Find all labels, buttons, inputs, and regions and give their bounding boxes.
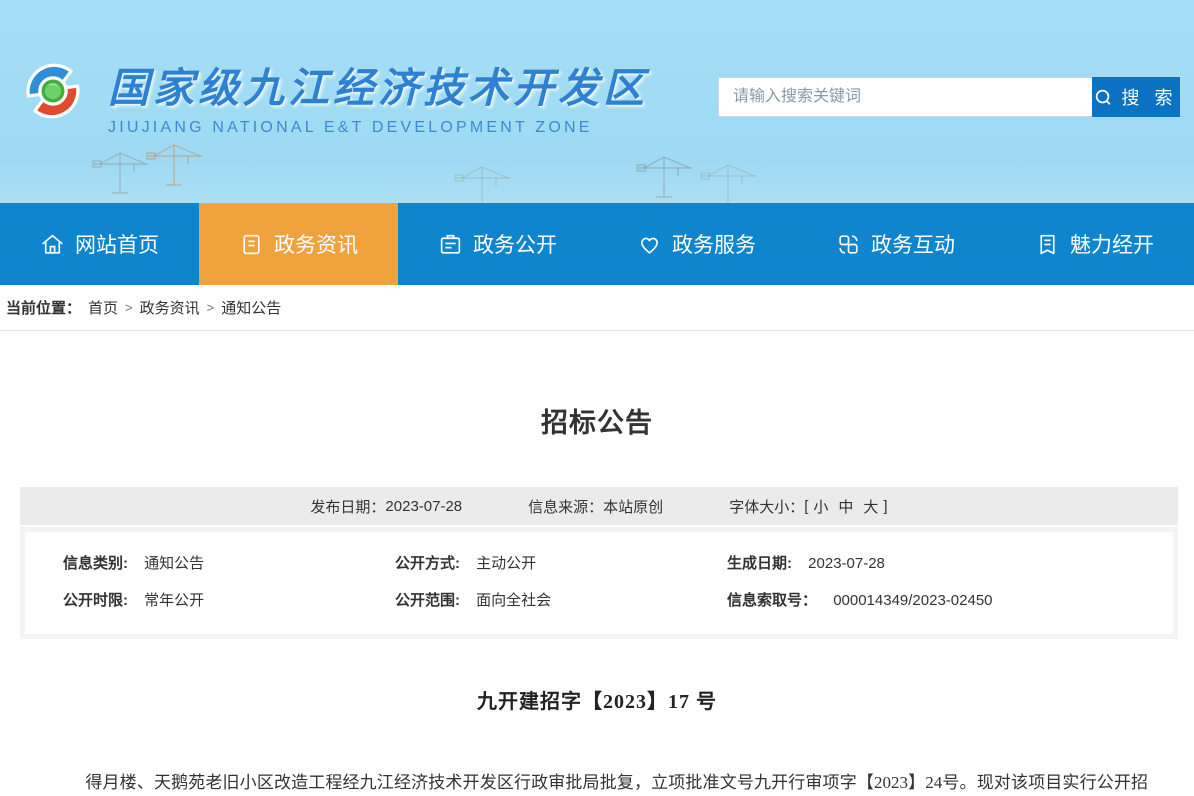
info-open-scope-label: 公开范围: <box>395 592 460 609</box>
main-nav: 网站首页 政务资讯 政务公开 政务服务 <box>0 203 1194 285</box>
info-source-value: 本站原创 <box>603 496 663 517</box>
nav-item-news[interactable]: 政务资讯 <box>199 203 398 285</box>
nav-item-label: 政务服务 <box>672 229 756 259</box>
disclosure-icon <box>438 232 463 257</box>
search-icon <box>1094 88 1113 107</box>
breadcrumb-link-home[interactable]: 首页 <box>88 297 118 318</box>
search-button[interactable]: 搜 索 <box>1092 77 1180 117</box>
publish-date-label: 发布日期： <box>310 496 385 517</box>
article-info-grid: 信息类别: 通知公告 公开方式: 主动公开 生成日期: 2023-07-28 公… <box>63 552 1173 610</box>
info-open-term: 公开时限: 常年公开 <box>63 589 395 610</box>
info-open-scope-value: 面向全社会 <box>476 592 551 609</box>
info-open-method-label: 公开方式: <box>395 555 460 572</box>
search-input[interactable] <box>718 77 1092 117</box>
breadcrumb-current: 通知公告 <box>221 297 281 318</box>
info-category: 信息类别: 通知公告 <box>63 552 395 573</box>
breadcrumb: 当前位置： 首页 > 政务资讯 > 通知公告 <box>0 285 1194 331</box>
nav-item-label: 政务资讯 <box>274 229 358 259</box>
info-open-method-value: 主动公开 <box>476 555 536 572</box>
font-size-bracket-close: ] <box>883 498 887 515</box>
site-banner: 国家级九江经济技术开发区 JIUJIANG NATIONAL E&T DEVEL… <box>0 0 1194 203</box>
breadcrumb-link-news[interactable]: 政务资讯 <box>140 297 200 318</box>
nav-item-label: 魅力经开 <box>1070 229 1154 259</box>
publish-date: 发布日期： 2023-07-28 <box>310 496 462 517</box>
heart-icon <box>637 232 662 257</box>
site-title: 国家级九江经济技术开发区 <box>108 54 648 114</box>
site-search: 搜 索 <box>718 77 1180 117</box>
info-index-number-value: 000014349/2023-02450 <box>833 592 992 609</box>
article-info-inner: 信息类别: 通知公告 公开方式: 主动公开 生成日期: 2023-07-28 公… <box>25 532 1173 634</box>
nav-item-label: 政务公开 <box>473 229 557 259</box>
interaction-icon <box>836 232 861 257</box>
nav-item-services[interactable]: 政务服务 <box>597 203 796 285</box>
article-body-paragraph: 得月楼、天鹅苑老旧小区改造工程经九江经济技术开发区行政审批局批复，立项批准文号九… <box>48 766 1148 796</box>
site-logo[interactable]: 国家级九江经济技术开发区 JIUJIANG NATIONAL E&T DEVEL… <box>12 48 648 137</box>
article-meta-bar: 发布日期： 2023-07-28 信息来源： 本站原创 字体大小： [ 小 中 … <box>20 487 1178 525</box>
article-info-panel: 信息类别: 通知公告 公开方式: 主动公开 生成日期: 2023-07-28 公… <box>20 527 1178 639</box>
logo-icon <box>12 48 94 134</box>
info-open-scope: 公开范围: 面向全社会 <box>395 589 727 610</box>
page-title: 招标公告 <box>0 401 1194 440</box>
info-category-label: 信息类别: <box>63 555 128 572</box>
charm-icon <box>1035 232 1060 257</box>
info-index-number-label: 信息索取号： <box>727 592 817 609</box>
font-size-control: 字体大小： [ 小 中 大 ] <box>729 496 887 517</box>
info-generate-date: 生成日期: 2023-07-28 <box>727 552 1173 573</box>
info-generate-date-value: 2023-07-28 <box>808 555 885 572</box>
info-generate-date-label: 生成日期: <box>727 555 792 572</box>
breadcrumb-separator: > <box>207 300 215 315</box>
nav-item-disclosure[interactable]: 政务公开 <box>398 203 597 285</box>
font-size-large-button[interactable]: 大 <box>863 496 878 517</box>
font-size-label: 字体大小： <box>729 496 804 517</box>
home-icon <box>40 232 65 257</box>
info-category-value: 通知公告 <box>144 555 204 572</box>
font-size-medium-button[interactable]: 中 <box>838 496 853 517</box>
site-titles: 国家级九江经济技术开发区 JIUJIANG NATIONAL E&T DEVEL… <box>108 48 648 137</box>
nav-item-label: 网站首页 <box>75 229 159 259</box>
breadcrumb-separator: > <box>125 300 133 315</box>
nav-item-charm[interactable]: 魅力经开 <box>995 203 1194 285</box>
construction-cranes-decoration <box>0 143 1194 203</box>
info-open-term-value: 常年公开 <box>144 592 204 609</box>
nav-item-interaction[interactable]: 政务互动 <box>796 203 995 285</box>
document-number: 九开建招字【2023】17 号 <box>0 685 1194 714</box>
info-source-label: 信息来源： <box>528 496 603 517</box>
info-index-number: 信息索取号： 000014349/2023-02450 <box>727 589 1173 610</box>
font-size-bracket-open: [ <box>804 498 808 515</box>
info-source: 信息来源： 本站原创 <box>528 496 663 517</box>
info-open-term-label: 公开时限: <box>63 592 128 609</box>
news-icon <box>239 232 264 257</box>
site-subtitle: JIUJIANG NATIONAL E&T DEVELOPMENT ZONE <box>108 119 648 137</box>
search-button-label: 搜 索 <box>1121 84 1177 110</box>
page: 国家级九江经济技术开发区 JIUJIANG NATIONAL E&T DEVEL… <box>0 0 1194 796</box>
article-content: 招标公告 发布日期： 2023-07-28 信息来源： 本站原创 字体大小： [… <box>0 401 1194 796</box>
nav-item-label: 政务互动 <box>871 229 955 259</box>
nav-item-home[interactable]: 网站首页 <box>0 203 199 285</box>
breadcrumb-label: 当前位置： <box>6 297 81 318</box>
font-size-small-button[interactable]: 小 <box>813 496 828 517</box>
publish-date-value: 2023-07-28 <box>385 498 462 515</box>
info-open-method: 公开方式: 主动公开 <box>395 552 727 573</box>
